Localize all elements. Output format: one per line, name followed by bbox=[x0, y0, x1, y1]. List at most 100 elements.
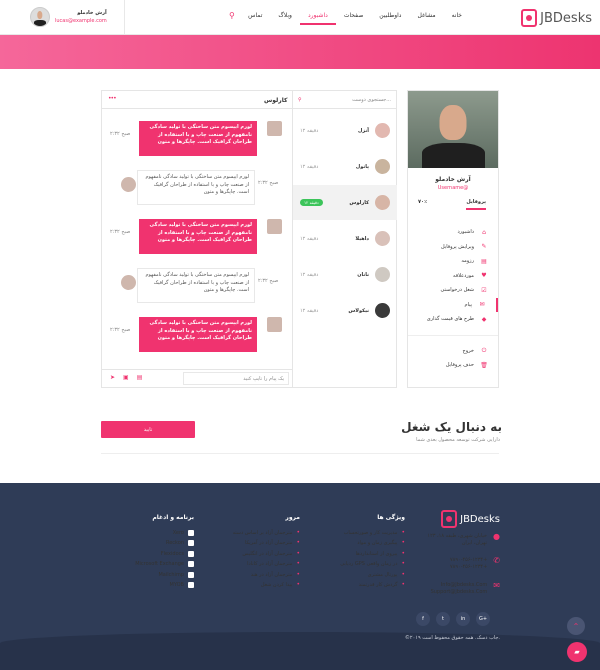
footer-link[interactable]: Mailchimp bbox=[100, 570, 194, 581]
contact-search-input[interactable]: ⚲ جستجوی دوست... bbox=[298, 97, 391, 103]
breadcrumb[interactable]: خانه / پیام bbox=[189, 14, 210, 20]
footer-link[interactable]: • مترجمان آزاد در انگلیس bbox=[196, 549, 300, 560]
search-icon[interactable]: ⚲ bbox=[229, 11, 235, 20]
contact-time: ۱۲ دقیقه bbox=[300, 307, 319, 314]
footer-link[interactable]: • مترجمان آزاد در کانادا bbox=[196, 559, 300, 570]
message-icon: ✉ bbox=[479, 301, 485, 309]
contact-item[interactable]: نانان ۱۲ دقیقه bbox=[293, 257, 397, 292]
footer-link[interactable]: • پیدا کردن شغل bbox=[196, 580, 300, 591]
contact-name: پاتول bbox=[355, 163, 369, 170]
footer-link[interactable]: • ردیابی GPS در زمان واقعی bbox=[300, 559, 405, 570]
footer-link[interactable]: • پیروی از استانداردها bbox=[300, 549, 405, 560]
profile-menu-item[interactable]: ♥ موردعلاقه bbox=[408, 269, 498, 284]
divider bbox=[101, 453, 499, 454]
profile-menu-item[interactable]: ☑ شغل درخواستی bbox=[408, 283, 498, 298]
dashboard-icon: ⌂ bbox=[482, 228, 486, 236]
job-subtitle: دارایی شرکت توسعه محصول بعدی شما bbox=[416, 437, 500, 443]
avatar bbox=[375, 195, 390, 210]
nav-item[interactable]: داوطلبین bbox=[371, 12, 409, 25]
user-menu[interactable]: آرش خادملو lucas@example.com bbox=[30, 7, 107, 27]
nav-item[interactable]: صفحات bbox=[336, 12, 371, 25]
footer-link[interactable]: • پورتال مشتری bbox=[300, 570, 405, 581]
nav-item[interactable]: داشبورد bbox=[299, 12, 336, 25]
resume-icon: ▤ bbox=[481, 257, 487, 265]
social-icon[interactable]: G+ bbox=[476, 612, 490, 626]
contact-item[interactable]: آنزل ۱۲ دقیقه bbox=[293, 113, 397, 148]
send-icon[interactable]: ➤ bbox=[110, 374, 115, 381]
footer-link-label: Mailchimp bbox=[158, 571, 184, 578]
footer-link-label: مترجمان آزاد در انگلیس bbox=[242, 550, 293, 557]
avatar bbox=[375, 123, 390, 138]
avatar bbox=[267, 121, 282, 136]
nav-item[interactable]: مشاغل bbox=[409, 12, 443, 25]
bullet-icon: • bbox=[401, 560, 405, 567]
footer-link[interactable]: • مترجمان آزاد بر اساس دسته bbox=[196, 528, 300, 539]
footer-link-label: گردش کار قدرتمند bbox=[358, 582, 398, 588]
nav-item[interactable]: خانه bbox=[444, 12, 470, 25]
contact-name: کارلوس bbox=[349, 199, 369, 206]
avatar bbox=[375, 159, 390, 174]
menu-item-label: داشبورد bbox=[457, 229, 474, 236]
footer-link[interactable]: • مترجمان آزاد در هند bbox=[196, 570, 300, 581]
social-icon[interactable]: in bbox=[456, 612, 470, 626]
scroll-top-button[interactable]: ⌃ bbox=[567, 617, 585, 635]
footer-link[interactable]: Microsoft Exchange bbox=[100, 559, 194, 570]
contact-name: آنزل bbox=[357, 127, 369, 134]
nav-item[interactable]: وبلاگ bbox=[270, 12, 300, 25]
profile-menu-item[interactable]: ▤ رزومه bbox=[408, 254, 498, 269]
message-input[interactable]: یک پیام را تایپ کنید bbox=[183, 372, 289, 385]
location-icon: ● bbox=[493, 532, 500, 541]
profile-username: Username@ bbox=[437, 185, 469, 191]
footer-link[interactable]: Reckon bbox=[100, 538, 194, 549]
email-text[interactable]: Support@jbdesks.Com bbox=[431, 589, 488, 596]
edit-icon: ✎ bbox=[481, 243, 487, 251]
profile-menu-item[interactable]: ✎ ویرایش پروفایل bbox=[408, 240, 498, 255]
footer-link[interactable]: Xero bbox=[100, 528, 194, 539]
footer-link[interactable]: • مترجمان آزاد در آمریکا bbox=[196, 538, 300, 549]
logo-text: JBDesks bbox=[540, 10, 592, 26]
footer-col-title: برنامه و ادغام bbox=[152, 514, 194, 521]
footer-link[interactable]: Flexidocs bbox=[100, 549, 194, 560]
menu-item-label: پیام bbox=[464, 301, 472, 308]
menu-item-label: خروج bbox=[462, 347, 475, 354]
footer-link[interactable]: • پیگیری زمان و مواد bbox=[300, 538, 405, 549]
footer-link[interactable]: MYOB bbox=[100, 580, 194, 591]
contact-item[interactable]: کارلوس ۱۲ دقیقه bbox=[293, 185, 397, 220]
attach-icon[interactable]: ▤ bbox=[137, 374, 143, 381]
bullet-icon: • bbox=[296, 528, 300, 536]
profile-menu-item[interactable]: ◆ طرح های قیمت گذاری bbox=[408, 312, 498, 327]
logo[interactable]: JBDesks bbox=[521, 8, 592, 28]
profile-menu-item[interactable]: ✉ پیام bbox=[408, 297, 498, 312]
social-icon[interactable]: t bbox=[436, 612, 450, 626]
footer-link-label: مترجمان آزاد در کانادا bbox=[247, 561, 293, 567]
address-text: ۱۲۳ خیابان شهری، طبقه ۱۸، تهران، ایران bbox=[427, 533, 488, 546]
contact-item[interactable]: نیکولاس ۱۲ دقیقه bbox=[293, 293, 397, 328]
more-icon[interactable]: ••• bbox=[108, 95, 117, 102]
chat-title: کارلوس bbox=[264, 97, 288, 104]
avatar bbox=[375, 231, 390, 246]
confirm-button[interactable]: تایید bbox=[101, 421, 195, 438]
footer-link[interactable]: • مدیریت کار و صورتحساب bbox=[300, 528, 405, 539]
page-title: پیام bbox=[475, 10, 498, 24]
image-icon[interactable]: ▣ bbox=[123, 374, 129, 381]
menu-item-label: رزومه bbox=[461, 258, 474, 265]
chat-fab-button[interactable]: ▰ bbox=[567, 642, 587, 662]
social-icon[interactable]: f bbox=[416, 612, 430, 626]
profile-menu-item[interactable]: ⌂ داشبورد bbox=[408, 225, 498, 240]
brand-icon bbox=[188, 529, 194, 536]
bullet-icon: • bbox=[401, 539, 405, 546]
profile-menu-item[interactable]: 🗑 حذف پروفایل bbox=[408, 358, 498, 373]
contact-item[interactable]: داهیلا ۱۲ دقیقه bbox=[293, 221, 397, 256]
footer-col-title: مرور bbox=[285, 514, 300, 521]
job-title: به دنبال یک شغل bbox=[401, 420, 502, 434]
email-text[interactable]: Info@Jbdesks.Com bbox=[431, 582, 487, 589]
contact-item[interactable]: پاتول ۱۲ دقیقه bbox=[293, 149, 397, 184]
avatar bbox=[267, 219, 282, 234]
nav-item[interactable]: تماس bbox=[240, 12, 270, 25]
profile-menu: ⌂ داشبورد ✎ ویرایش پروفایل ▤ رزومه ♥ موردعلاقه ☑… bbox=[408, 225, 498, 373]
footer-logo[interactable]: JBDesks bbox=[441, 510, 500, 528]
profile-menu-item[interactable]: ⏻ خروج bbox=[408, 344, 498, 359]
tab-profile[interactable]: پروفایل bbox=[466, 199, 486, 210]
footer-link-label: MYOB bbox=[169, 582, 184, 588]
footer-link[interactable]: • گردش کار قدرتمند bbox=[300, 580, 405, 591]
